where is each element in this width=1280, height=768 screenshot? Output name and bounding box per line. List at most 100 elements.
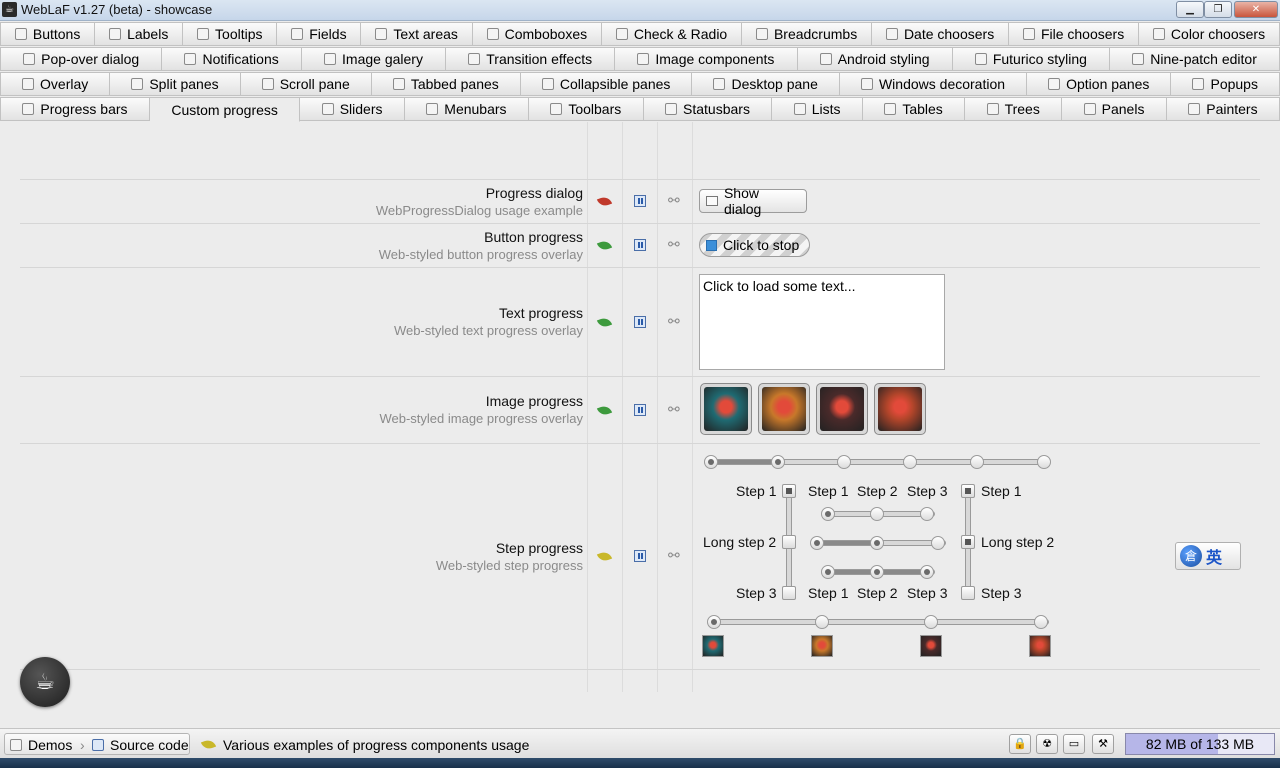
style-editor-icon[interactable]: ⚯: [668, 236, 680, 253]
pattern-image-button[interactable]: [874, 383, 926, 435]
close-button[interactable]: ✕: [1234, 1, 1278, 18]
click-to-stop-button[interactable]: Click to stop: [699, 233, 810, 257]
step-node[interactable]: [961, 586, 975, 600]
tab-buttons[interactable]: Buttons: [0, 22, 96, 46]
style-editor-icon[interactable]: ⚯: [668, 313, 680, 330]
tab-tables[interactable]: Tables: [862, 97, 966, 121]
tab-trees[interactable]: Trees: [965, 97, 1063, 121]
minimize-button[interactable]: ▁: [1176, 1, 1204, 18]
step-node[interactable]: [961, 535, 975, 549]
demos-icon: [10, 738, 22, 751]
memory-bar[interactable]: 82 MB of 133 MB: [1125, 733, 1275, 755]
ime-toolbar[interactable]: 倉 英: [1175, 542, 1241, 570]
step-node[interactable]: [931, 536, 945, 550]
step-node[interactable]: [920, 507, 934, 521]
source-code-icon[interactable]: [634, 316, 646, 328]
style-editor-icon[interactable]: ⚯: [668, 192, 680, 209]
row-divider: [20, 179, 1260, 180]
step-node[interactable]: [870, 507, 884, 521]
step-progress-bottom[interactable]: [709, 619, 1049, 625]
memory-label: 82 MB of 133 MB: [1145, 736, 1255, 752]
show-dialog-button[interactable]: Show dialog: [699, 185, 807, 217]
abstract-image-button[interactable]: [758, 383, 810, 435]
lock-icon[interactable]: 🔒: [1009, 734, 1031, 754]
step-node[interactable]: [821, 565, 835, 579]
style-editor-icon[interactable]: ⚯: [668, 547, 680, 564]
step-node[interactable]: [1037, 455, 1051, 469]
tab-pop-over-dialog[interactable]: Pop-over dialog: [0, 47, 163, 71]
tab-labels[interactable]: Labels: [95, 22, 184, 46]
tab-image-galery[interactable]: Image galery: [301, 47, 447, 71]
step-node[interactable]: [903, 455, 917, 469]
tab-split-panes[interactable]: Split panes: [110, 72, 241, 96]
tab-statusbars[interactable]: Statusbars: [643, 97, 773, 121]
tab-option-panes[interactable]: Option panes: [1027, 72, 1172, 96]
tab-painters[interactable]: Painters: [1166, 97, 1280, 121]
step-node[interactable]: [782, 535, 796, 549]
step-node[interactable]: [961, 484, 975, 498]
tab-progress-bars[interactable]: Progress bars: [0, 97, 150, 121]
tab-custom-progress[interactable]: Custom progress: [149, 97, 301, 122]
tab-tabbed-panes[interactable]: Tabbed panes: [371, 72, 521, 96]
step-node[interactable]: [782, 586, 796, 600]
step-node[interactable]: [837, 455, 851, 469]
text-progress-area[interactable]: Click to load some text...: [699, 274, 945, 370]
step-node[interactable]: [870, 536, 884, 550]
source-code-icon[interactable]: [634, 550, 646, 562]
tab-breadcrumbs[interactable]: Breadcrumbs: [742, 22, 873, 46]
anime-image-button[interactable]: [816, 383, 868, 435]
tab-file-choosers[interactable]: File choosers: [1009, 22, 1140, 46]
step-node[interactable]: [771, 455, 785, 469]
tab-date-choosers[interactable]: Date choosers: [872, 22, 1010, 46]
step-node[interactable]: [782, 484, 796, 498]
tool-icon[interactable]: ⚒: [1092, 734, 1114, 754]
tab-popups[interactable]: Popups: [1171, 72, 1280, 96]
tab-toolbars[interactable]: Toolbars: [528, 97, 644, 121]
tab-nine-patch-editor[interactable]: Nine-patch editor: [1110, 47, 1280, 71]
breadcrumb-source-code[interactable]: Source code: [92, 734, 189, 755]
tab-panels[interactable]: Panels: [1062, 97, 1167, 121]
tab-comboboxes[interactable]: Comboboxes: [472, 22, 602, 46]
step-node[interactable]: [870, 565, 884, 579]
step-node[interactable]: [920, 565, 934, 579]
step-node[interactable]: [810, 536, 824, 550]
tab-fields[interactable]: Fields: [277, 22, 362, 46]
source-code-icon[interactable]: [634, 195, 646, 207]
ime-english-toggle[interactable]: 英: [1206, 544, 1222, 568]
step-node[interactable]: [1034, 615, 1048, 629]
step-node[interactable]: [821, 507, 835, 521]
step-node[interactable]: [970, 455, 984, 469]
maximize-button[interactable]: ❐: [1204, 1, 1232, 18]
tab-lists[interactable]: Lists: [772, 97, 863, 121]
tab-text-areas[interactable]: Text areas: [361, 22, 473, 46]
style-editor-icon[interactable]: ⚯: [668, 401, 680, 418]
step-node[interactable]: [707, 615, 721, 629]
tab-menubars[interactable]: Menubars: [404, 97, 529, 121]
tree-icon: [986, 103, 999, 115]
tab-desktop-pane[interactable]: Desktop pane: [692, 72, 840, 96]
step-node[interactable]: [704, 455, 718, 469]
tab-collapsible-panes[interactable]: Collapsible panes: [520, 72, 693, 96]
tab-android-styling[interactable]: Android styling: [797, 47, 953, 71]
display-icon[interactable]: ▭: [1063, 734, 1085, 754]
tab-windows-decoration[interactable]: Windows decoration: [839, 72, 1028, 96]
tab-check-radio[interactable]: Check & Radio: [601, 22, 743, 46]
row-divider: [20, 376, 1260, 377]
tab-scroll-pane[interactable]: Scroll pane: [240, 72, 372, 96]
rose-image-button[interactable]: [700, 383, 752, 435]
java-cup-icon[interactable]: ☕: [20, 657, 70, 707]
tab-color-choosers[interactable]: Color choosers: [1139, 22, 1280, 46]
tab-image-components[interactable]: Image components: [615, 47, 798, 71]
breadcrumb-demos[interactable]: Demos: [10, 734, 72, 755]
step-node[interactable]: [924, 615, 938, 629]
tab-futurico-styling[interactable]: Futurico styling: [952, 47, 1111, 71]
source-code-icon[interactable]: [634, 404, 646, 416]
source-code-icon[interactable]: [634, 239, 646, 251]
tab-transition-effects[interactable]: Transition effects: [446, 47, 616, 71]
tab-notifications[interactable]: Notifications: [162, 47, 302, 71]
radiation-icon[interactable]: ☢: [1036, 734, 1058, 754]
tab-tooltips[interactable]: Tooltips: [183, 22, 278, 46]
tab-overlay[interactable]: Overlay: [0, 72, 111, 96]
tab-sliders[interactable]: Sliders: [300, 97, 405, 121]
step-node[interactable]: [815, 615, 829, 629]
